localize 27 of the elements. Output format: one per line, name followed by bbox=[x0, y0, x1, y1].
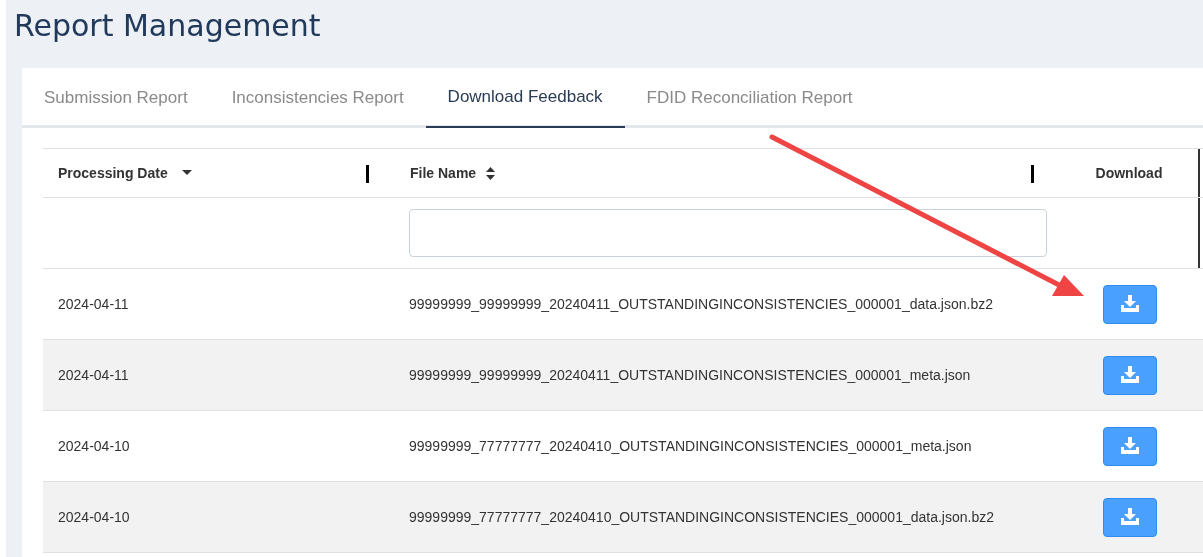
column-header[interactable]: Processing Date bbox=[58, 162, 168, 184]
tab[interactable]: Download Feedback bbox=[425, 68, 625, 128]
column-header[interactable]: File Name bbox=[410, 162, 477, 184]
file-name-cell: 99999999_77777777_20240410_OUTSTANDINGINCONSISTENCIES_000001_meta.json bbox=[409, 437, 972, 454]
page-title: Report Management bbox=[14, 7, 322, 45]
file-name-cell: 99999999_99999999_20240411_OUTSTANDINGINCONSISTENCIES_000001_meta.json bbox=[409, 366, 971, 383]
filter-field[interactable] bbox=[409, 209, 1047, 257]
file-name-cell: 99999999_77777777_20240410_OUTSTANDINGINCONSISTENCIES_000001_data.json.bz2 bbox=[409, 508, 994, 525]
tab[interactable]: Inconsistencies Report bbox=[209, 68, 426, 128]
download-icon bbox=[1120, 366, 1140, 384]
download-icon bbox=[1120, 295, 1140, 313]
download-icon bbox=[1120, 508, 1140, 526]
date-cell: 2024-04-11 bbox=[58, 295, 129, 312]
download-button[interactable] bbox=[1103, 355, 1157, 395]
sort-desc-icon[interactable] bbox=[181, 170, 192, 176]
date-cell: 2024-04-10 bbox=[58, 508, 130, 525]
tab[interactable]: Submission Report bbox=[22, 68, 210, 128]
column-header[interactable]: Download bbox=[1095, 162, 1163, 184]
sort-icon[interactable] bbox=[486, 166, 496, 180]
download-button[interactable] bbox=[1103, 426, 1157, 466]
download-button[interactable] bbox=[1103, 497, 1157, 537]
date-cell: 2024-04-11 bbox=[58, 366, 129, 383]
file-name-cell: 99999999_99999999_20240411_OUTSTANDINGINCONSISTENCIES_000001_data.json.bz2 bbox=[409, 295, 993, 312]
date-cell: 2024-04-10 bbox=[58, 437, 130, 454]
download-icon bbox=[1120, 437, 1140, 455]
tab[interactable]: FDID Reconciliation Report bbox=[624, 68, 875, 128]
download-button[interactable] bbox=[1103, 284, 1157, 324]
